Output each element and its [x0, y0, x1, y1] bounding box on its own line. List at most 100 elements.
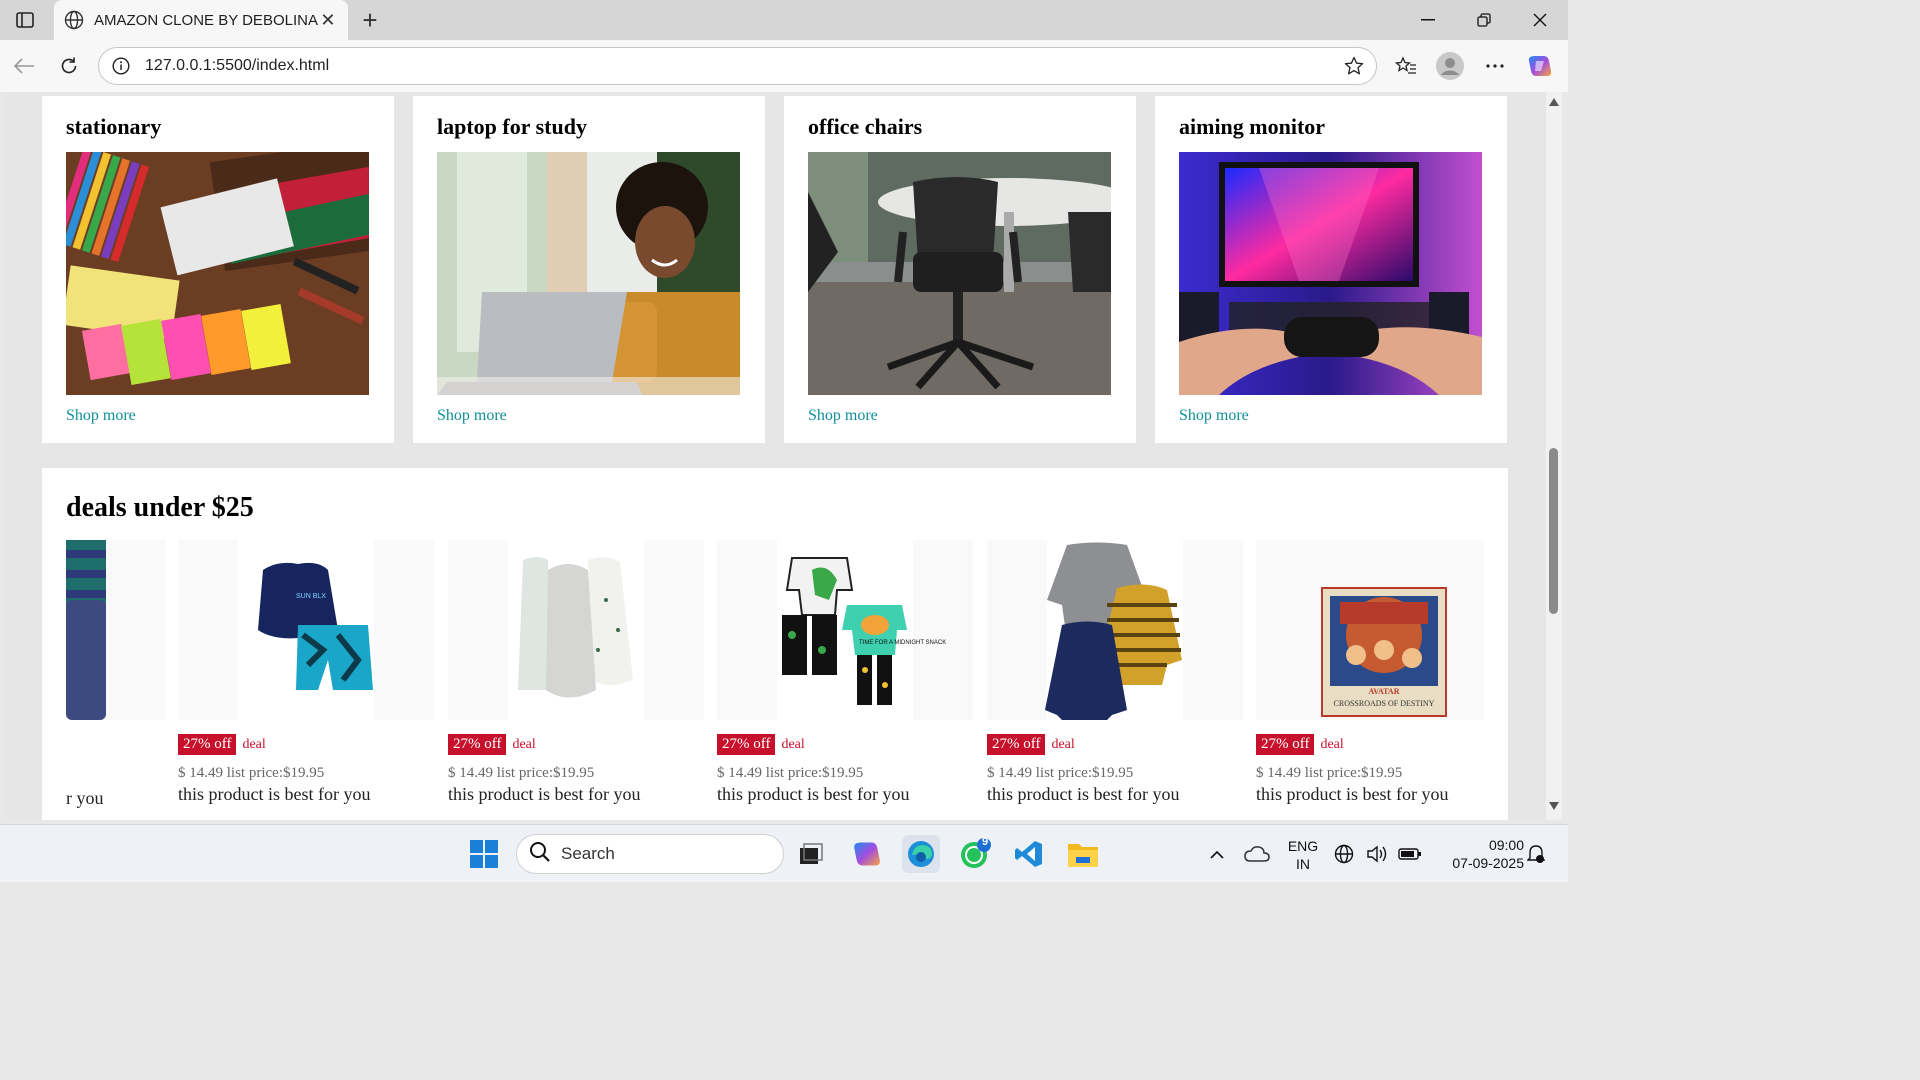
- deal-tag: deal: [242, 736, 266, 752]
- profile-avatar-icon[interactable]: [1436, 52, 1464, 80]
- deal-tag: deal: [1051, 736, 1075, 752]
- deal-price: $ 14.49 list price:$19.95: [987, 765, 1134, 781]
- task-view-icon[interactable]: [792, 835, 830, 873]
- card-title: office chairs: [808, 114, 923, 139]
- favorite-star-icon[interactable]: [1342, 54, 1366, 78]
- search-label: Search: [561, 844, 615, 863]
- shop-more-link[interactable]: Shop more: [437, 407, 741, 425]
- restore-button[interactable]: [1456, 0, 1512, 40]
- clock-time: 09:00: [1488, 837, 1524, 853]
- deal-price: $ 14.49 list price:$19.95: [1256, 765, 1403, 781]
- deals-section: deals under $25 r you SUN BLX 27% off de…: [42, 468, 1508, 820]
- minimize-button[interactable]: [1400, 0, 1456, 40]
- windows-taskbar: Search 9 ENG IN 09:00 07-09-2025: [0, 824, 1568, 882]
- url-text: 127.0.0.1:5500/index.html: [145, 57, 330, 74]
- copilot-icon[interactable]: [1526, 52, 1554, 80]
- deal-item[interactable]: TIME FOR A MIDNIGHT SNACK 27% off deal $…: [717, 540, 973, 810]
- globe-icon: [64, 9, 84, 31]
- deal-desc: r you: [66, 788, 104, 808]
- clock[interactable]: 09:00 07-09-2025: [1432, 836, 1524, 872]
- card-title: aiming monitor: [1179, 114, 1326, 139]
- deal-item[interactable]: 27% off deal $ 14.49 list price:$19.95 t…: [448, 540, 704, 810]
- browser-titlebar: AMAZON CLONE BY DEBOLINA ✕ +: [0, 0, 1568, 40]
- address-bar[interactable]: 127.0.0.1:5500/index.html: [98, 47, 1377, 85]
- crossroads-logo-text: CROSSROADS OF DESTINY: [1334, 699, 1435, 708]
- scroll-thumb[interactable]: [1549, 448, 1558, 614]
- discount-badge: 27% off: [717, 734, 776, 755]
- page-scrollbar[interactable]: [1546, 92, 1562, 820]
- taskbar-search[interactable]: Search: [516, 834, 784, 874]
- lang-line1: ENG: [1287, 838, 1319, 854]
- scroll-up-arrow-icon[interactable]: [1549, 98, 1559, 106]
- product-image: SUN BLX: [178, 540, 434, 720]
- deal-price: $ 14.49 list price:$19.95: [178, 765, 325, 781]
- discount-badge: 27% off: [1256, 734, 1315, 755]
- shop-more-link[interactable]: Shop more: [1179, 407, 1483, 425]
- network-globe-icon[interactable]: [1332, 835, 1356, 873]
- battery-icon[interactable]: [1396, 835, 1424, 873]
- edge-browser-icon[interactable]: [902, 835, 940, 873]
- onedrive-cloud-icon[interactable]: [1238, 835, 1276, 873]
- snack-text: TIME FOR A MIDNIGHT SNACK: [859, 640, 946, 646]
- show-hidden-icons-chevron-icon[interactable]: [1198, 835, 1236, 873]
- deal-price: $ 14.49 list price:$19.95: [448, 765, 595, 781]
- stationary-image[interactable]: [66, 152, 369, 395]
- shop-more-link[interactable]: Shop more: [808, 407, 1112, 425]
- product-image: [66, 540, 166, 720]
- refresh-button[interactable]: [55, 52, 83, 80]
- clock-date: 07-09-2025: [1452, 855, 1524, 871]
- laptop-study-image[interactable]: [437, 152, 740, 395]
- copilot-app-icon[interactable]: [848, 835, 886, 873]
- deal-item[interactable]: SUN BLX 27% off deal $ 14.49 list price:…: [178, 540, 434, 810]
- deal-item[interactable]: 27% off deal $ 14.49 list price:$19.95 t…: [987, 540, 1243, 810]
- card-title: stationary: [66, 114, 162, 139]
- windows-start-icon[interactable]: [465, 835, 503, 873]
- deal-price: $ 14.49 list price:$19.95: [717, 765, 864, 781]
- deal-desc: this product is best for you: [987, 784, 1180, 804]
- deal-desc: this product is best for you: [1256, 784, 1449, 804]
- back-button[interactable]: [10, 52, 38, 80]
- favorites-icon[interactable]: [1392, 52, 1420, 80]
- browser-toolbar: 127.0.0.1:5500/index.html: [0, 40, 1568, 92]
- sunblock-text: SUN BLX: [296, 593, 326, 600]
- search-icon: [529, 841, 551, 868]
- product-image: [987, 540, 1243, 720]
- product-image: TIME FOR A MIDNIGHT SNACK: [717, 540, 973, 720]
- language-indicator[interactable]: ENG IN: [1284, 837, 1322, 873]
- whatsapp-icon[interactable]: 9: [956, 835, 994, 873]
- close-window-button[interactable]: [1512, 0, 1568, 40]
- page-viewport: stationary Shop more laptop for study Sh…: [4, 92, 1546, 820]
- category-card-stationary: stationary Shop more: [42, 96, 394, 443]
- card-title: laptop for study: [437, 114, 587, 139]
- browser-tab[interactable]: AMAZON CLONE BY DEBOLINA ✕: [54, 0, 348, 40]
- lang-line2: IN: [1296, 856, 1310, 872]
- shop-more-link[interactable]: Shop more: [66, 407, 370, 425]
- discount-badge: 27% off: [178, 734, 237, 755]
- deal-item[interactable]: AVATAR CROSSROADS OF DESTINY 27% off dea…: [1256, 540, 1484, 810]
- deal-desc: this product is best for you: [717, 784, 910, 804]
- deal-tag: deal: [1320, 736, 1344, 752]
- discount-badge: 27% off: [987, 734, 1046, 755]
- aiming-monitor-image[interactable]: [1179, 152, 1482, 395]
- vscode-icon[interactable]: [1010, 835, 1048, 873]
- notifications-icon[interactable]: [1524, 835, 1548, 873]
- deal-item-partial[interactable]: r you: [66, 540, 166, 810]
- site-info-icon[interactable]: [111, 56, 131, 76]
- volume-icon[interactable]: [1364, 835, 1390, 873]
- file-explorer-icon[interactable]: [1064, 835, 1102, 873]
- office-chairs-image[interactable]: [808, 152, 1111, 395]
- new-tab-button[interactable]: +: [356, 5, 384, 35]
- deal-desc: this product is best for you: [178, 784, 371, 804]
- more-options-icon[interactable]: [1481, 52, 1509, 80]
- tab-close-icon[interactable]: ✕: [318, 9, 338, 31]
- deal-desc: this product is best for you: [448, 784, 641, 804]
- tab-title: AMAZON CLONE BY DEBOLINA: [94, 11, 318, 29]
- tab-actions-icon[interactable]: [10, 8, 40, 32]
- scroll-down-arrow-icon[interactable]: [1549, 802, 1559, 810]
- whatsapp-badge: 9: [982, 836, 989, 848]
- avatar-logo-text: AVATAR: [1369, 687, 1400, 696]
- discount-badge: 27% off: [448, 734, 507, 755]
- deal-tag: deal: [512, 736, 536, 752]
- product-image: [448, 540, 704, 720]
- deals-carousel[interactable]: r you SUN BLX 27% off deal $ 14.49 list …: [66, 540, 1484, 810]
